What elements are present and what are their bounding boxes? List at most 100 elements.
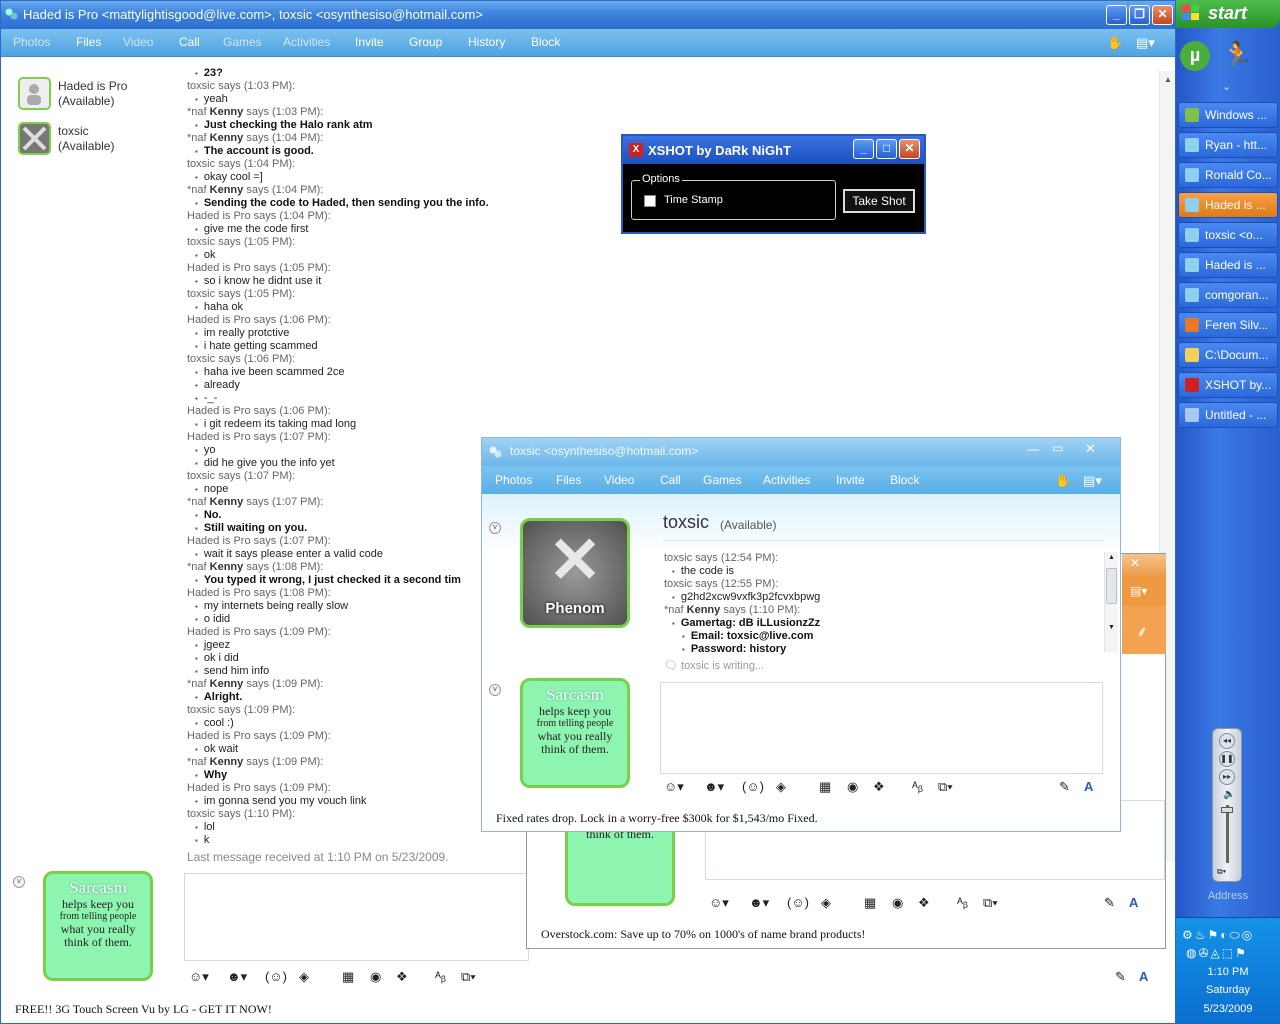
spellcheck-icon[interactable]: ᴬᵦ	[435, 969, 446, 984]
nudge-icon[interactable]: (☺)	[265, 969, 287, 984]
handwriting-icon[interactable]: ✎	[1115, 969, 1126, 985]
address-label[interactable]: Address	[1176, 890, 1280, 902]
emoticon-icon[interactable]: ☺▾	[664, 779, 684, 795]
games-icon[interactable]: ◉	[370, 969, 381, 985]
share-icon[interactable]: ⧉▾	[983, 895, 998, 911]
background-icon[interactable]: ▦	[342, 969, 354, 985]
menu-files[interactable]: Files	[556, 473, 581, 487]
main-titlebar[interactable]: Haded is Pro <mattylightisgood@live.com>…	[1, 1, 1175, 29]
background-icon[interactable]: ▦	[819, 779, 831, 795]
wink-icon[interactable]: ✋	[1107, 35, 1123, 51]
my-display-picture[interactable]: Sarcasm helps keep you from telling peop…	[520, 678, 630, 788]
contact-haded[interactable]: Haded is Pro (Available)	[18, 77, 178, 113]
taskbar-button[interactable]: Feren Silv...	[1178, 312, 1278, 338]
taskbar-button[interactable]: Windows ...	[1178, 102, 1278, 128]
minimize-button[interactable]: —	[1027, 442, 1039, 456]
wink-icon[interactable]: ✋	[1055, 473, 1071, 489]
gift-icon[interactable]: ❖	[873, 779, 885, 795]
nudge-icon[interactable]: (☺)	[787, 895, 809, 910]
menu-games[interactable]: Games	[223, 35, 262, 49]
games-icon[interactable]: ◉	[847, 779, 858, 795]
toxsic-titlebar[interactable]: toxsic <osynthesiso@hotmail.com> — ▭ ✕	[482, 438, 1120, 466]
games-icon[interactable]: ◉	[892, 895, 903, 911]
xshot-titlebar[interactable]: X XSHOT by DaRk NiGhT _ □ ✕	[623, 136, 924, 164]
taskbar-button[interactable]: Ronald Co...	[1178, 162, 1278, 188]
menu-photos[interactable]: Photos	[495, 473, 532, 487]
volume-slider[interactable]	[1226, 805, 1229, 863]
close-button[interactable]: ✕	[1085, 441, 1096, 457]
background-icon[interactable]: ▦	[864, 895, 876, 911]
wink-icon[interactable]: ☻▾	[749, 895, 769, 911]
menu-activities[interactable]: Activities	[763, 473, 810, 487]
clock-time[interactable]: 1:10 PM	[1176, 966, 1280, 978]
back-close-icon[interactable]: ✕	[1130, 556, 1140, 570]
voice-clip-icon[interactable]: ◈	[299, 969, 309, 985]
collapse-toggle[interactable]: ˅	[489, 684, 501, 696]
tray-icons-row2[interactable]: ◍✇◬⬚⚑	[1186, 946, 1248, 960]
taskbar-button[interactable]: Untitled - ...	[1178, 402, 1278, 428]
aim-running-man-icon[interactable]: 🏃	[1221, 40, 1253, 71]
toxsic-transcript-scrollbar[interactable]: ▲ ▼	[1104, 552, 1118, 652]
contact-toxsic[interactable]: toxsic (Available)	[18, 122, 178, 158]
next-icon[interactable]: ▸▸	[1219, 769, 1235, 785]
toxsic-message-input[interactable]	[660, 682, 1103, 774]
scroll-down-arrow[interactable]: ▼	[1108, 624, 1115, 631]
options-menu-icon[interactable]: ▤▾	[1130, 584, 1147, 598]
scroll-up-arrow[interactable]: ▲	[1108, 554, 1115, 561]
my-display-picture[interactable]: Sarcasm helps keep you from telling peop…	[43, 871, 153, 981]
menu-invite[interactable]: Invite	[836, 473, 865, 487]
volume-icon[interactable]: 🔈	[1223, 789, 1235, 800]
collapse-toggle[interactable]: ˅	[489, 522, 501, 534]
back-titlebar[interactable]: ✕	[1122, 554, 1166, 576]
previous-icon[interactable]: ◂◂	[1219, 733, 1235, 749]
start-button[interactable]: start	[1176, 0, 1280, 28]
taskbar-button[interactable]: comgoran...	[1178, 282, 1278, 308]
close-button[interactable]: ✕	[1152, 5, 1173, 25]
menu-files[interactable]: Files	[76, 35, 101, 49]
volume-thumb[interactable]	[1221, 807, 1233, 813]
handwriting-icon[interactable]: ✎	[1104, 895, 1115, 911]
share-icon[interactable]: ⧉▾	[461, 969, 476, 985]
font-icon[interactable]: A	[1129, 895, 1138, 910]
restore-player-icon[interactable]: ⧉▾	[1217, 867, 1226, 877]
font-icon[interactable]: A	[1139, 969, 1148, 984]
taskbar-button[interactable]: XSHOT by...	[1178, 372, 1278, 398]
voice-clip-icon[interactable]: ◈	[776, 779, 786, 795]
scroll-thumb[interactable]	[1106, 568, 1117, 604]
wink-icon[interactable]: ☻▾	[704, 779, 724, 795]
nudge-icon[interactable]: (☺)	[742, 779, 764, 794]
collapse-toggle[interactable]: ˅	[13, 876, 25, 888]
menu-block[interactable]: Block	[890, 473, 919, 487]
handwriting-icon[interactable]: ✎	[1059, 779, 1070, 795]
taskbar-button[interactable]: toxsic <o...	[1178, 222, 1278, 248]
menu-history[interactable]: History	[468, 35, 505, 49]
utorrent-icon[interactable]: µ	[1180, 41, 1210, 71]
voice-clip-icon[interactable]: ◈	[821, 895, 831, 911]
xshot-maximize-button[interactable]: □	[876, 139, 897, 159]
options-menu-icon[interactable]: ▤▾	[1083, 473, 1102, 489]
menu-call[interactable]: Call	[660, 473, 681, 487]
options-menu-icon[interactable]: ▤▾	[1136, 35, 1155, 51]
share-icon[interactable]: ⧉▾	[938, 779, 953, 795]
spellcheck-icon[interactable]: ᴬᵦ	[912, 779, 923, 794]
emoticon-icon[interactable]: ☺▾	[189, 969, 209, 985]
menu-activities[interactable]: Activities	[283, 35, 330, 49]
maximize-button[interactable]: ▭	[1052, 441, 1063, 455]
menu-group[interactable]: Group	[409, 35, 442, 49]
xshot-close-button[interactable]: ✕	[899, 139, 920, 159]
menu-video[interactable]: Video	[604, 473, 634, 487]
xshot-minimize-button[interactable]: _	[853, 139, 874, 159]
contact-display-picture[interactable]: ✕ Phenom	[520, 518, 630, 628]
ad-banner[interactable]: FREE!! 3G Touch Screen Vu by LG - GET IT…	[15, 1002, 272, 1017]
take-shot-button[interactable]: Take Shot	[843, 189, 915, 213]
message-input[interactable]	[184, 873, 529, 961]
gift-icon[interactable]: ❖	[918, 895, 930, 911]
wink-icon[interactable]: ☻▾	[227, 969, 247, 985]
restore-button[interactable]: ❐	[1129, 5, 1150, 25]
menu-games[interactable]: Games	[703, 473, 742, 487]
menu-photos[interactable]: Photos	[13, 35, 50, 49]
font-icon[interactable]: A	[1084, 779, 1093, 794]
menu-call[interactable]: Call	[179, 35, 200, 49]
taskbar-button[interactable]: C:\Docum...	[1178, 342, 1278, 368]
back-ad-banner[interactable]: Overstock.com: Save up to 70% on 1000's …	[541, 927, 865, 942]
